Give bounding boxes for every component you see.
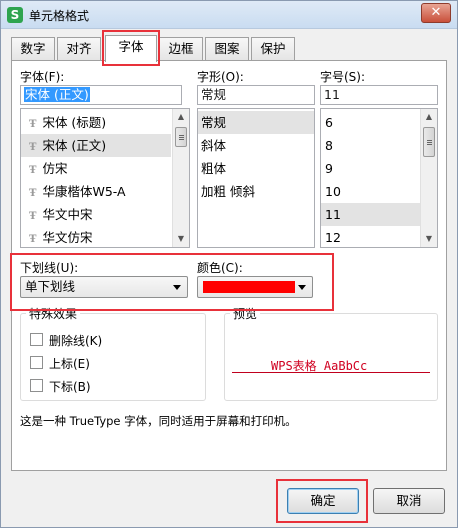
wps-spreadsheet-icon: S (7, 7, 23, 23)
font-style-item[interactable]: 加粗 倾斜 (198, 180, 314, 203)
truetype-icon: Ŧ (29, 188, 37, 199)
font-size-item[interactable]: 9 (321, 157, 421, 180)
truetype-icon: Ŧ (29, 119, 37, 130)
font-style-label: 字形(O): (197, 70, 244, 84)
font-list[interactable]: Ŧ 宋体 (标题) Ŧ 宋体 (正文) Ŧ 仿宋 Ŧ 华康楷体W5-A Ŧ 华文中宋 Ŧ华… (20, 108, 190, 248)
preview-group-title: 预览 (230, 305, 261, 322)
scroll-up-icon[interactable]: ▲ (173, 109, 189, 125)
underline-dropdown[interactable]: 单下划线 (20, 276, 188, 298)
font-label: 字体(F): (20, 70, 65, 84)
font-name-value: 宋体 (正文) (24, 87, 90, 102)
subscript-label[interactable]: 下标(B) (49, 378, 91, 395)
tab-alignment[interactable]: 对齐 (57, 37, 101, 61)
font-style-item-selected[interactable]: 常规 (198, 111, 314, 134)
underline-value: 单下划线 (25, 279, 76, 294)
font-size-scrollbar[interactable]: ▲ ▼ (420, 109, 437, 247)
font-description: 这是一种 TrueType 字体，同时适用于屏幕和打印机。 (20, 414, 297, 428)
tab-protection[interactable]: 保护 (251, 37, 295, 61)
color-dropdown[interactable] (197, 276, 313, 298)
font-style-item[interactable]: 斜体 (198, 134, 314, 157)
ok-button[interactable]: 确定 (287, 488, 359, 514)
scroll-up-icon[interactable]: ▲ (421, 109, 437, 125)
strikethrough-checkbox[interactable] (30, 333, 43, 346)
font-size-item-selected[interactable]: 11 (321, 203, 421, 226)
truetype-icon: Ŧ (29, 211, 37, 222)
color-swatch (203, 281, 295, 293)
font-list-item[interactable]: Ŧ 华文中宋 (21, 203, 171, 226)
font-style-list[interactable]: 常规 斜体 粗体 加粗 倾斜 (197, 108, 315, 248)
title-bar[interactable]: S 单元格格式 ✕ (1, 1, 457, 29)
color-label: 颜色(C): (197, 261, 243, 275)
font-size-list[interactable]: 6 8 9 10 11 12 ▲ ▼ (320, 108, 438, 248)
tab-font[interactable]: 字体 (105, 35, 157, 62)
tab-bar: 数字 对齐 字体 边框 图案 保护 (11, 35, 451, 62)
effects-group (20, 313, 206, 401)
superscript-label[interactable]: 上标(E) (49, 355, 90, 372)
tab-pattern[interactable]: 图案 (205, 37, 249, 61)
strikethrough-label[interactable]: 删除线(K) (49, 332, 102, 349)
truetype-icon: Ŧ (29, 142, 37, 153)
font-style-input[interactable]: 常规 (197, 85, 315, 105)
format-cells-dialog: S 单元格格式 ✕ 数字 对齐 字体 边框 图案 保护 字体(F): 宋体 (正… (0, 0, 458, 528)
tab-number[interactable]: 数字 (11, 37, 55, 61)
close-button[interactable]: ✕ (421, 3, 451, 23)
font-style-item[interactable]: 粗体 (198, 157, 314, 180)
font-list-item[interactable]: Ŧ 仿宋 (21, 157, 171, 180)
truetype-icon: Ŧ (29, 165, 37, 176)
underline-label: 下划线(U): (20, 261, 79, 275)
preview-sample-text: WPS表格 AaBbCc (271, 359, 368, 373)
tab-border[interactable]: 边框 (159, 37, 203, 61)
scroll-down-icon[interactable]: ▼ (421, 231, 437, 247)
font-list-item[interactable]: Ŧ 宋体 (标题) (21, 111, 171, 134)
font-size-item[interactable]: 10 (321, 180, 421, 203)
font-list-item-selected[interactable]: Ŧ 宋体 (正文) (21, 134, 171, 157)
font-size-item[interactable]: 6 (321, 111, 421, 134)
font-list-item[interactable]: Ŧ 华康楷体W5-A (21, 180, 171, 203)
cancel-button[interactable]: 取消 (373, 488, 445, 514)
superscript-checkbox[interactable] (30, 356, 43, 369)
font-name-input[interactable]: 宋体 (正文) (20, 85, 182, 105)
effects-group-title: 特殊效果 (26, 305, 81, 322)
subscript-checkbox[interactable] (30, 379, 43, 392)
font-size-item[interactable]: 8 (321, 134, 421, 157)
font-tab-panel: 字体(F): 宋体 (正文) Ŧ 宋体 (标题) Ŧ 宋体 (正文) Ŧ 仿宋 Ŧ 华康… (11, 60, 447, 471)
truetype-icon: Ŧ (29, 234, 37, 245)
chevron-down-icon (173, 285, 181, 290)
scroll-down-icon[interactable]: ▼ (173, 231, 189, 247)
scroll-thumb[interactable] (423, 127, 435, 157)
dialog-title: 单元格格式 (29, 9, 90, 23)
font-size-item[interactable]: 12 (321, 226, 421, 247)
font-list-scrollbar[interactable]: ▲ ▼ (172, 109, 189, 247)
scroll-thumb[interactable] (175, 127, 187, 147)
chevron-down-icon (298, 285, 306, 290)
font-list-item[interactable]: Ŧ 华文仿宋 (21, 226, 171, 247)
font-size-label: 字号(S): (320, 70, 366, 84)
font-size-input[interactable]: 11 (320, 85, 438, 105)
